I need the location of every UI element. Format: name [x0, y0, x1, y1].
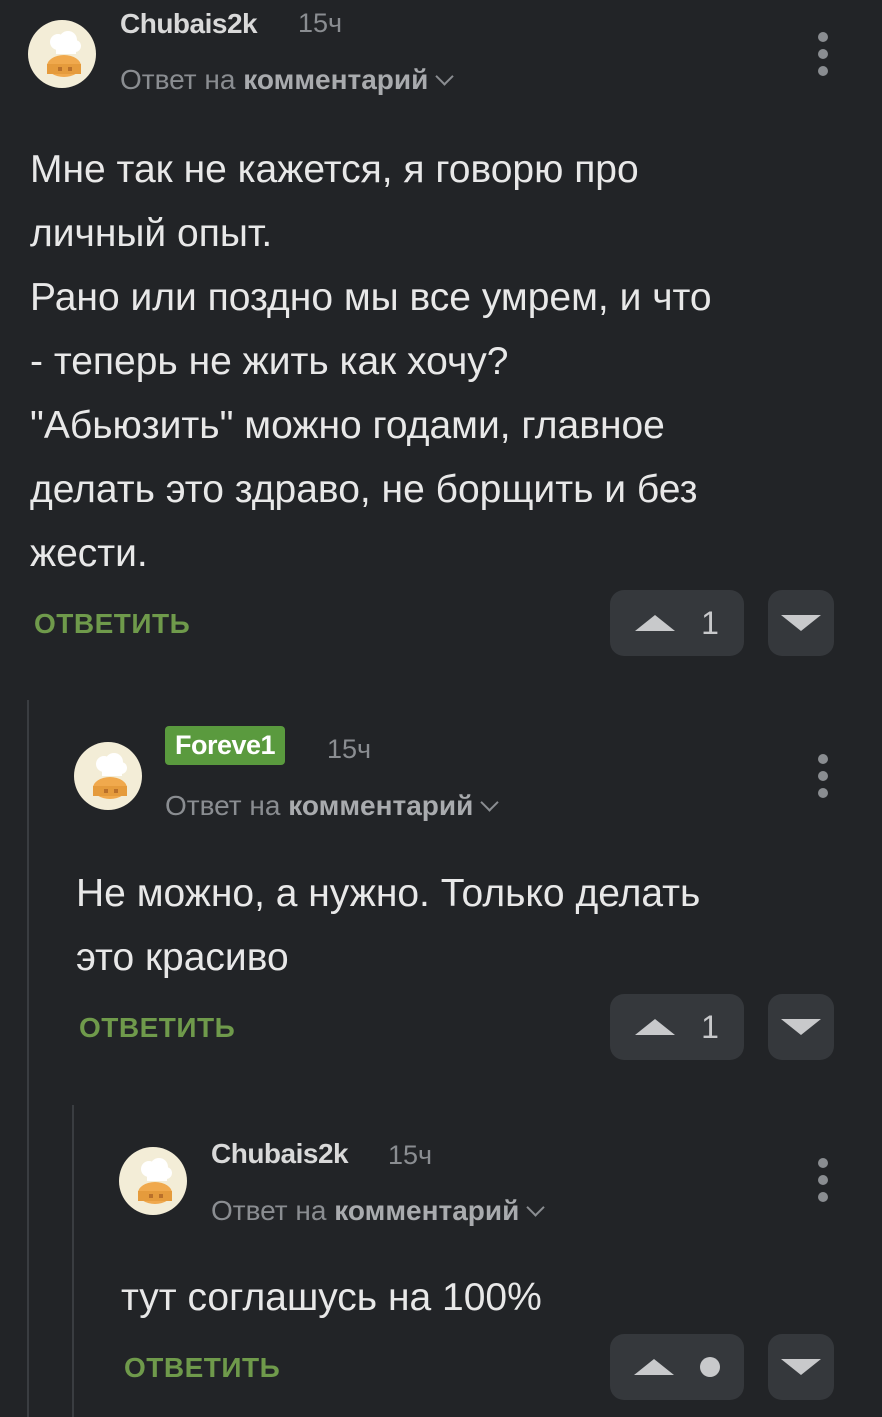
comment-time: 15ч [298, 8, 343, 38]
chef-hat-bun-icon [93, 753, 127, 799]
reply-target[interactable]: комментарий [334, 1195, 519, 1226]
reply-target[interactable]: комментарий [288, 790, 473, 821]
comment-text-line: - теперь не жить как хочу? [30, 340, 509, 383]
author-name[interactable]: Foreve1 [165, 726, 286, 765]
avatar[interactable] [28, 20, 96, 88]
chevron-down-icon[interactable] [526, 1198, 546, 1217]
comment-text-line: Не можно, а нужно. Только делать [76, 872, 701, 915]
author-name[interactable]: Chubais2k [211, 1138, 349, 1170]
triangle-up-icon [635, 615, 676, 631]
reply-prefix: Ответ на [211, 1195, 327, 1226]
upvote-button[interactable] [610, 1334, 744, 1400]
triangle-down-icon [781, 1359, 821, 1375]
thread-line-level-1 [27, 700, 29, 1417]
chef-hat-bun-icon [138, 1158, 172, 1204]
reply-prefix: Ответ на [165, 790, 281, 821]
vote-count: 1 [701, 604, 719, 641]
downvote-button[interactable] [768, 1334, 834, 1400]
thread-line-level-2 [72, 1105, 74, 1417]
chevron-down-icon[interactable] [480, 793, 500, 812]
comment-text-line: это красиво [76, 936, 289, 979]
downvote-button[interactable] [768, 994, 834, 1060]
downvote-button[interactable] [768, 590, 834, 656]
comment-text: тут соглашусь на 100% [121, 1266, 861, 1330]
vote-count: 1 [701, 1008, 719, 1045]
comment-text-line: Рано или поздно мы все умрем, и что [30, 276, 712, 319]
comment-text: Мне так не кажется, я говорю про личный … [30, 138, 850, 586]
chef-hat-bun-icon [47, 31, 81, 77]
reply-to-link[interactable]: Ответ на комментарий [165, 790, 500, 822]
comment-text: Не можно, а нужно. Только делать это кра… [76, 862, 856, 990]
triangle-up-icon [634, 1359, 674, 1375]
comment-text-line: "Абьюзить" можно годами, главное [30, 404, 665, 447]
reply-to-link[interactable]: Ответ на комментарий [120, 64, 455, 96]
triangle-up-icon [635, 1019, 676, 1035]
no-votes-dot [700, 1357, 720, 1377]
chevron-down-icon[interactable] [435, 67, 455, 86]
reply-button[interactable]: ОТВЕТИТЬ [124, 1352, 280, 1384]
reply-target[interactable]: комментарий [243, 64, 428, 95]
more-vertical-icon[interactable] [816, 754, 830, 805]
reply-button[interactable]: ОТВЕТИТЬ [34, 608, 190, 640]
avatar[interactable] [74, 742, 142, 810]
avatar[interactable] [119, 1147, 187, 1215]
comment-time: 15ч [388, 1140, 433, 1170]
more-vertical-icon[interactable] [816, 32, 830, 83]
comment-text-line: делать это здраво, не борщить и без [30, 468, 698, 511]
author-name[interactable]: Chubais2k [120, 8, 258, 40]
comment-time: 15ч [327, 734, 372, 764]
reply-button[interactable]: ОТВЕТИТЬ [79, 1012, 235, 1044]
triangle-down-icon [781, 615, 821, 631]
triangle-down-icon [781, 1019, 821, 1035]
comment-text-line: тут соглашусь на 100% [121, 1276, 542, 1319]
comment-text-line: жести. [30, 532, 148, 575]
comment-text-line: личный опыт. [30, 212, 273, 255]
reply-to-link[interactable]: Ответ на комментарий [211, 1195, 546, 1227]
upvote-button[interactable]: 1 [610, 590, 744, 656]
upvote-button[interactable]: 1 [610, 994, 744, 1060]
reply-prefix: Ответ на [120, 64, 236, 95]
comment-text-line: Мне так не кажется, я говорю про [30, 148, 639, 191]
more-vertical-icon[interactable] [816, 1158, 830, 1209]
